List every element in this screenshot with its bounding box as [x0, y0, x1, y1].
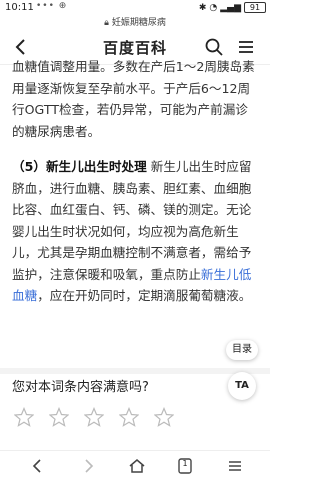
star-icon[interactable] — [84, 407, 104, 427]
article-paragraph: （5）新生儿出生时处理 新生儿出生时应留脐血，进行血糖、胰岛素、胆红素、血细胞比… — [12, 156, 260, 307]
tab-count: 1 — [182, 459, 188, 468]
star-icon[interactable] — [49, 407, 69, 427]
forward-icon[interactable] — [79, 456, 99, 476]
ta-button[interactable]: TA — [228, 372, 256, 400]
status-bar: 10:11 ••• ⊕ ✱ ◔ ▂▄▆ 91 — [0, 0, 270, 16]
url-text: 妊娠期糖尿病 — [111, 18, 166, 28]
toc-button[interactable]: 目录 — [226, 340, 258, 360]
browser-nav-bar: 1 — [0, 450, 270, 481]
paragraph-text: ，应在开奶同时，定期滴服葡萄糖液。 — [37, 288, 252, 303]
rating-stars — [14, 407, 174, 427]
url-bar[interactable]: 🔒︎ 妊娠期糖尿病 — [0, 16, 270, 30]
divider — [0, 368, 270, 374]
notification-icons: ••• ⊕ — [36, 1, 68, 11]
bluetooth-icon: ✱ — [198, 2, 207, 13]
star-icon[interactable] — [154, 407, 174, 427]
more-menu-icon[interactable] — [225, 456, 245, 476]
menu-icon[interactable] — [236, 37, 256, 57]
page-title: 百度百科 — [102, 39, 167, 57]
home-icon[interactable] — [127, 456, 147, 476]
signal-icon: ▂▄▆ — [220, 2, 241, 13]
tabs-button[interactable]: 1 — [175, 456, 195, 476]
star-icon[interactable] — [14, 407, 34, 427]
lock-icon: 🔒︎ — [104, 18, 109, 28]
battery-icon: 91 — [244, 2, 266, 13]
status-time: 10:11 — [5, 2, 34, 13]
search-icon[interactable] — [204, 37, 224, 57]
satisfaction-question: 您对本词条内容满意吗? — [12, 380, 149, 395]
article-paragraph: 血糖值调整用量。多数在产后1～2周胰岛素用量逐渐恢复至孕前水平。于产后6～12周… — [12, 59, 255, 139]
star-icon[interactable] — [119, 407, 139, 427]
section-heading: （5）新生儿出生时处理 — [12, 159, 147, 174]
paragraph-text: 新生儿出生时应留脐血，进行血糖、胰岛素、胆红素、血细胞比容、血红蛋白、钙、磷、镁… — [12, 159, 252, 282]
wifi-icon: ◔ — [209, 2, 218, 13]
back-icon[interactable] — [27, 456, 47, 476]
